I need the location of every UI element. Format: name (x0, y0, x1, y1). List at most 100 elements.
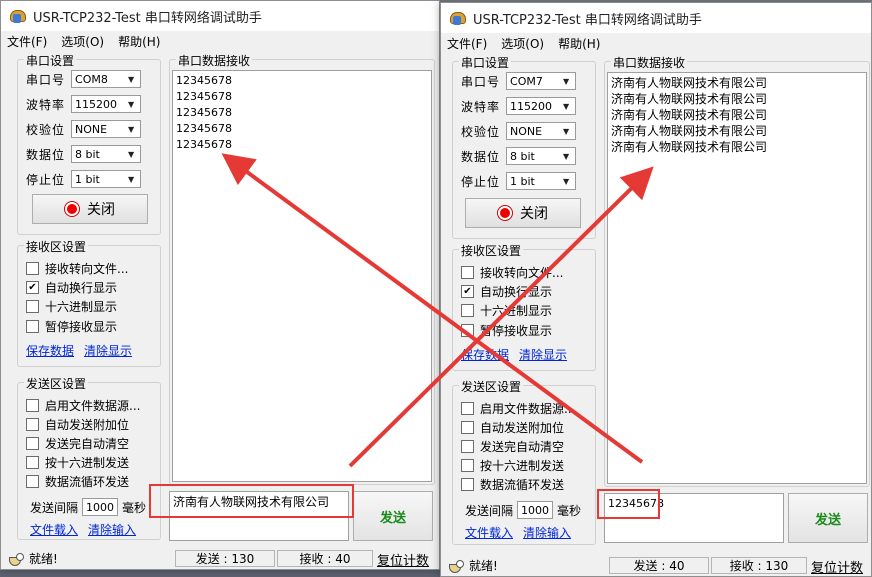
receive-settings-group: 接收区设置 接收转向文件... ✔ 自动换行显示 十六进制显示 暂停接收显示 保存… (17, 238, 161, 367)
auto-append-option[interactable]: 自动发送附加位 (461, 419, 564, 436)
send-settings-group: 发送区设置 启用文件数据源... 自动发送附加位 发送完自动清空 按十六进制发送… (452, 378, 596, 545)
parity-label: 校验位 (26, 122, 66, 137)
file-source-option[interactable]: 启用文件数据源... (461, 400, 575, 417)
status-ready: 就绪! (29, 552, 58, 566)
interval-input[interactable]: 1000 (517, 501, 554, 519)
group-title: 发送区设置 (459, 378, 524, 395)
group-title: 接收区设置 (24, 238, 89, 255)
checkbox[interactable] (461, 440, 474, 453)
hex-send-option[interactable]: 按十六进制发送 (26, 454, 129, 471)
clear-input-link[interactable]: 清除输入 (88, 521, 136, 538)
recv-to-file-option[interactable]: 接收转向文件... (26, 260, 128, 277)
option-label: 数据流循环发送 (480, 478, 565, 492)
save-data-link[interactable]: 保存数据 (26, 342, 74, 359)
parity-select[interactable]: NONE ▼ (506, 122, 577, 140)
port-value: COM7 (510, 74, 543, 88)
pause-display-option[interactable]: 暂停接收显示 (461, 322, 552, 339)
checkbox[interactable] (461, 304, 474, 317)
clear-display-link[interactable]: 清除显示 (84, 342, 132, 359)
send-button[interactable]: 发送 (353, 491, 433, 541)
menu-options[interactable]: 选项(O) (501, 35, 544, 52)
port-select[interactable]: COM8 ▼ (71, 70, 142, 88)
auto-newline-option[interactable]: ✔ 自动换行显示 (461, 283, 552, 300)
option-label: 接收转向文件... (480, 266, 564, 280)
menu-help[interactable]: 帮助(H) (558, 35, 600, 52)
hex-display-option[interactable]: 十六进制显示 (26, 298, 117, 315)
menu-file[interactable]: 文件(F) (447, 35, 487, 52)
databits-select[interactable]: 8 bit ▼ (506, 147, 577, 165)
interval-unit: 毫秒 (557, 503, 582, 518)
received-count: 接收 : 130 (711, 557, 807, 574)
status-bar: 就绪! 发送 : 40 接收 : 130 复位计数 (441, 554, 871, 576)
menu-file[interactable]: 文件(F) (7, 33, 47, 50)
baud-label: 波特率 (26, 97, 66, 112)
save-data-link[interactable]: 保存数据 (461, 346, 509, 363)
recv-to-file-option[interactable]: 接收转向文件... (461, 264, 563, 281)
loop-send-option[interactable]: 数据流循环发送 (26, 473, 129, 490)
parity-select[interactable]: NONE ▼ (71, 120, 142, 138)
loop-send-option[interactable]: 数据流循环发送 (461, 476, 564, 493)
databits-select[interactable]: 8 bit ▼ (71, 145, 142, 163)
menu-options[interactable]: 选项(O) (61, 33, 104, 50)
checkbox[interactable] (461, 266, 474, 279)
baud-select[interactable]: 115200 ▼ (506, 97, 577, 115)
checkbox[interactable] (26, 418, 39, 431)
checkbox[interactable] (26, 456, 39, 469)
checkbox[interactable] (26, 320, 39, 333)
option-label: 自动发送附加位 (45, 418, 130, 432)
reset-count-link[interactable]: 复位计数 (811, 557, 863, 576)
checkbox[interactable] (26, 399, 39, 412)
hex-send-option[interactable]: 按十六进制发送 (461, 457, 564, 474)
interval-input[interactable]: 1000 (82, 498, 119, 516)
checkbox[interactable] (461, 459, 474, 472)
checkbox[interactable] (461, 421, 474, 434)
stopbits-select[interactable]: 1 bit ▼ (71, 170, 142, 188)
left-menu-bar: 文件(F) 选项(O) 帮助(H) (1, 31, 439, 51)
checkbox[interactable] (461, 402, 474, 415)
auto-clear-option[interactable]: 发送完自动清空 (461, 438, 564, 455)
stopbits-select[interactable]: 1 bit ▼ (506, 172, 577, 190)
checkbox-checked[interactable]: ✔ (26, 281, 39, 294)
group-title: 串口数据接收 (176, 52, 253, 69)
receive-textarea[interactable]: 12345678 12345678 12345678 12345678 1234… (172, 70, 432, 482)
window-title: USR-TCP232-Test 串口转网络调试助手 (33, 10, 262, 26)
auto-append-option[interactable]: 自动发送附加位 (26, 416, 129, 433)
option-label: 暂停接收显示 (480, 324, 553, 338)
close-port-button[interactable]: 关闭 (32, 194, 148, 224)
file-load-link[interactable]: 文件载入 (30, 521, 78, 538)
chevron-down-icon: ▼ (127, 99, 135, 109)
file-load-link[interactable]: 文件载入 (465, 524, 513, 541)
right-menu-bar: 文件(F) 选项(O) 帮助(H) (441, 33, 871, 53)
baud-select[interactable]: 115200 ▼ (71, 95, 142, 113)
serial-settings-group: 串口设置 串口号 COM7 ▼ 波特率 115200 ▼ 校验位 NONE ▼ 数据位 8 b… (452, 54, 596, 239)
checkbox[interactable] (26, 300, 39, 313)
pause-display-option[interactable]: 暂停接收显示 (26, 318, 117, 335)
option-label: 启用文件数据源... (45, 399, 141, 413)
receive-textarea[interactable]: 济南有人物联网技术有限公司 济南有人物联网技术有限公司 济南有人物联网技术有限公… (607, 72, 867, 484)
file-source-option[interactable]: 启用文件数据源... (26, 397, 140, 414)
send-button[interactable]: 发送 (788, 493, 868, 543)
right-title-bar[interactable]: USR-TCP232-Test 串口转网络调试助手 (441, 3, 871, 33)
close-port-button[interactable]: 关闭 (465, 198, 581, 228)
clear-input-link[interactable]: 清除输入 (523, 524, 571, 541)
auto-newline-option[interactable]: ✔ 自动换行显示 (26, 279, 117, 296)
checkbox[interactable] (26, 437, 39, 450)
menu-help[interactable]: 帮助(H) (118, 33, 160, 50)
databits-value: 8 bit (75, 147, 100, 161)
checkbox[interactable] (26, 475, 39, 488)
port-select[interactable]: COM7 ▼ (506, 72, 577, 90)
clear-display-link[interactable]: 清除显示 (519, 346, 567, 363)
auto-clear-option[interactable]: 发送完自动清空 (26, 435, 129, 452)
checkbox-checked[interactable]: ✔ (461, 285, 474, 298)
group-title: 接收区设置 (459, 242, 524, 259)
left-title-bar[interactable]: USR-TCP232-Test 串口转网络调试助手 (1, 1, 439, 31)
hex-display-option[interactable]: 十六进制显示 (461, 302, 552, 319)
receive-settings-group: 接收区设置 接收转向文件... ✔ 自动换行显示 十六进制显示 暂停接收显示 保存… (452, 242, 596, 371)
checkbox[interactable] (461, 478, 474, 491)
option-label: 发送完自动清空 (480, 440, 565, 454)
checkbox[interactable] (26, 262, 39, 275)
option-label: 发送完自动清空 (45, 437, 130, 451)
reset-count-link[interactable]: 复位计数 (377, 550, 429, 569)
checkbox[interactable] (461, 324, 474, 337)
group-title: 串口设置 (459, 54, 512, 71)
